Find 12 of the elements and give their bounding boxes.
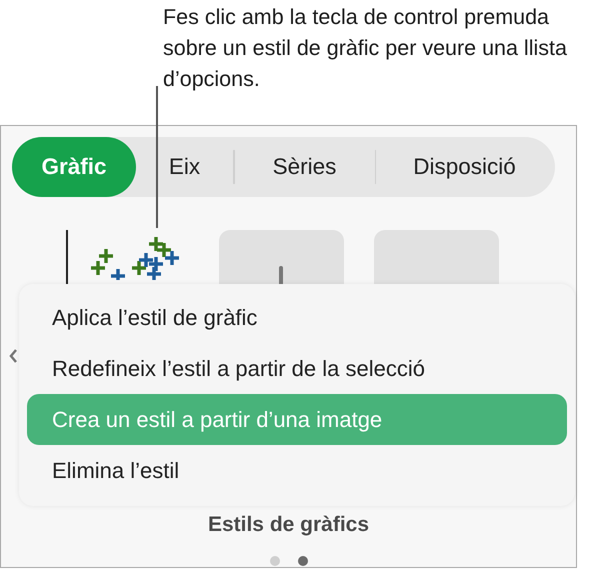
menu-item[interactable]: Elimina l’estil — [27, 445, 567, 496]
text-cursor-icon — [66, 230, 68, 286]
tab[interactable]: Sèries — [234, 137, 374, 197]
tab[interactable]: Disposició — [376, 137, 553, 197]
tab[interactable]: Eix — [136, 137, 233, 197]
menu-item[interactable]: Aplica l’estil de gràfic — [27, 292, 567, 343]
chevron-left-icon[interactable] — [9, 349, 17, 363]
page-dot[interactable] — [270, 556, 280, 566]
page-dot[interactable] — [298, 556, 308, 566]
menu-item[interactable]: Redefineix l’estil a partir de la selecció — [27, 343, 567, 394]
section-title: Estils de gràfics — [208, 513, 370, 536]
callout-text: Fes clic amb la tecla de control premuda sobre un estil de gràfic per veure una llista d’opcions. — [163, 4, 568, 93]
